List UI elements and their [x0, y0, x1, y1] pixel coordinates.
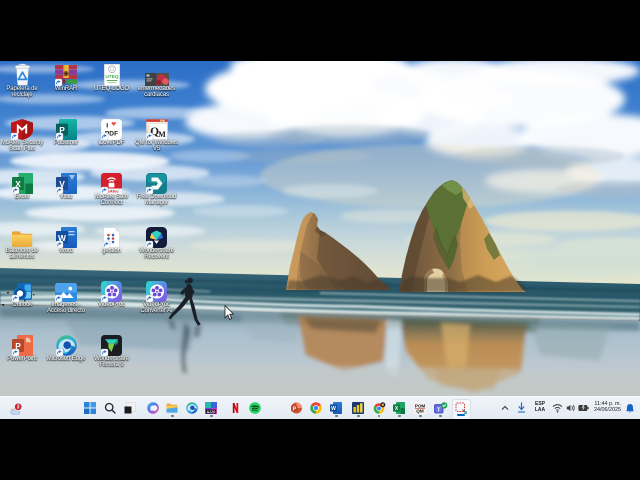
svg-text:T: T: [437, 407, 441, 413]
svg-text:M: M: [158, 130, 166, 139]
svg-text:P: P: [292, 406, 296, 412]
svg-text:3: 3: [17, 405, 20, 411]
svg-text:QM: QM: [416, 409, 424, 414]
svg-text:UTEQ: UTEQ: [105, 74, 119, 80]
svg-text:I: I: [106, 123, 108, 130]
svg-text:W: W: [331, 406, 336, 412]
svg-text:AJJO: AJJO: [207, 410, 216, 414]
